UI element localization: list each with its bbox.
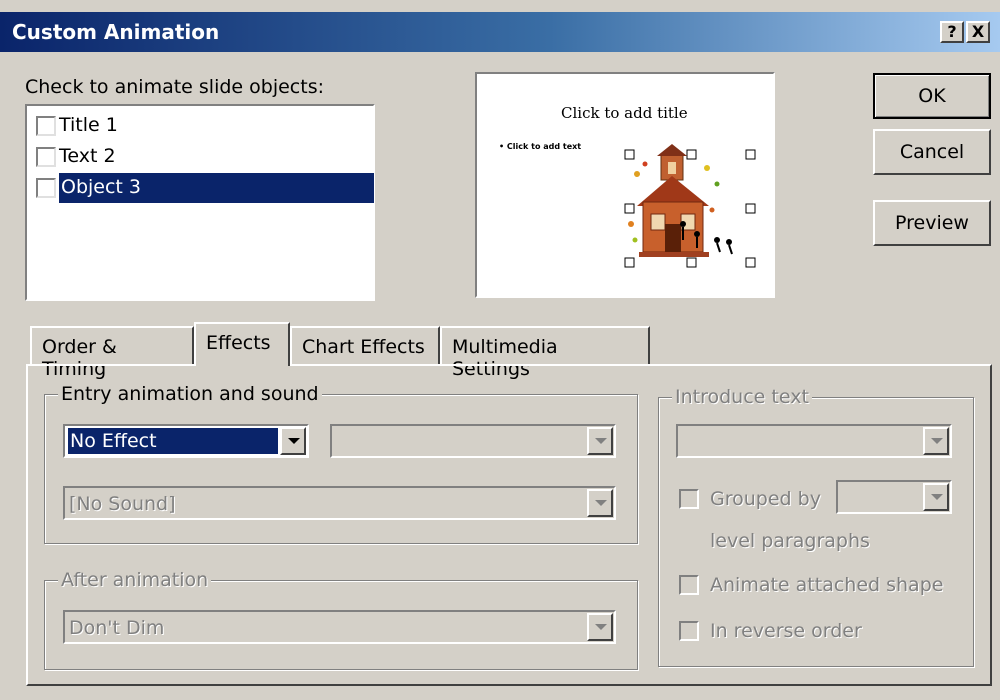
list-item[interactable]: Title 1 bbox=[32, 111, 375, 140]
chevron-down-icon[interactable] bbox=[587, 613, 613, 641]
chevron-down-icon[interactable] bbox=[587, 427, 613, 455]
preview-button[interactable]: Preview bbox=[873, 200, 991, 246]
list-item-selected[interactable]: Object 3 bbox=[32, 173, 375, 203]
introduce-select[interactable] bbox=[676, 424, 952, 458]
slide-objects-list[interactable]: Title 1 Text 2 Object 3 bbox=[25, 104, 375, 301]
chevron-down-icon[interactable] bbox=[587, 489, 613, 517]
preview-button-label: Preview bbox=[895, 212, 969, 234]
tab-chart-effects[interactable]: Chart Effects bbox=[290, 326, 440, 366]
reverse-order-checkbox[interactable] bbox=[679, 621, 699, 641]
close-button[interactable]: X bbox=[966, 21, 990, 43]
level-paragraphs-label: level paragraphs bbox=[710, 530, 870, 552]
title-bar[interactable]: Custom Animation ? X bbox=[0, 12, 1000, 52]
chevron-down-icon[interactable] bbox=[923, 483, 949, 511]
chevron-down-icon[interactable] bbox=[280, 427, 306, 455]
list-item-label: Text 2 bbox=[59, 145, 116, 167]
grouped-level-select[interactable] bbox=[836, 480, 952, 514]
window-title: Custom Animation bbox=[12, 20, 220, 44]
after-animation-value: Don't Dim bbox=[69, 617, 165, 639]
preview-title: Click to add title bbox=[561, 104, 688, 122]
introduce-group-label: Introduce text bbox=[672, 386, 812, 408]
animate-attached-label: Animate attached shape bbox=[710, 574, 944, 596]
help-button[interactable]: ? bbox=[940, 21, 964, 43]
grouped-by-checkbox[interactable] bbox=[679, 489, 699, 509]
direction-select[interactable] bbox=[330, 424, 616, 458]
ok-button[interactable]: OK bbox=[873, 73, 991, 119]
tab-order-timing[interactable]: Order & Timing bbox=[30, 326, 194, 380]
sound-value: [No Sound] bbox=[69, 493, 176, 515]
slide-preview: Click to add title • Click to add text bbox=[475, 72, 775, 298]
cancel-button[interactable]: Cancel bbox=[873, 129, 991, 175]
after-animation-select[interactable]: Don't Dim bbox=[63, 610, 616, 644]
list-item-label: Object 3 bbox=[59, 173, 374, 203]
effect-value: No Effect bbox=[67, 427, 279, 455]
grouped-by-label: Grouped by bbox=[710, 488, 821, 510]
effect-select[interactable]: No Effect bbox=[63, 424, 309, 458]
animate-attached-checkbox[interactable] bbox=[679, 575, 699, 595]
after-group-label: After animation bbox=[58, 569, 212, 591]
tab-multimedia-settings[interactable]: Multimedia Settings bbox=[440, 326, 650, 380]
sound-select[interactable]: [No Sound] bbox=[63, 486, 616, 520]
entry-group bbox=[44, 394, 638, 544]
tab-effects[interactable]: Effects bbox=[194, 322, 290, 366]
reverse-order-label: In reverse order bbox=[710, 620, 862, 642]
text-2-checkbox[interactable] bbox=[36, 147, 56, 167]
object-3-checkbox[interactable] bbox=[36, 178, 56, 198]
preview-bullet: • Click to add text bbox=[499, 142, 582, 151]
chevron-down-icon[interactable] bbox=[923, 427, 949, 455]
list-item[interactable]: Text 2 bbox=[32, 142, 375, 171]
list-item-label: Title 1 bbox=[59, 114, 118, 136]
schoolhouse-image bbox=[624, 144, 756, 268]
title-1-checkbox[interactable] bbox=[36, 116, 56, 136]
entry-group-label: Entry animation and sound bbox=[58, 383, 322, 405]
objects-label: Check to animate slide objects: bbox=[25, 76, 324, 98]
